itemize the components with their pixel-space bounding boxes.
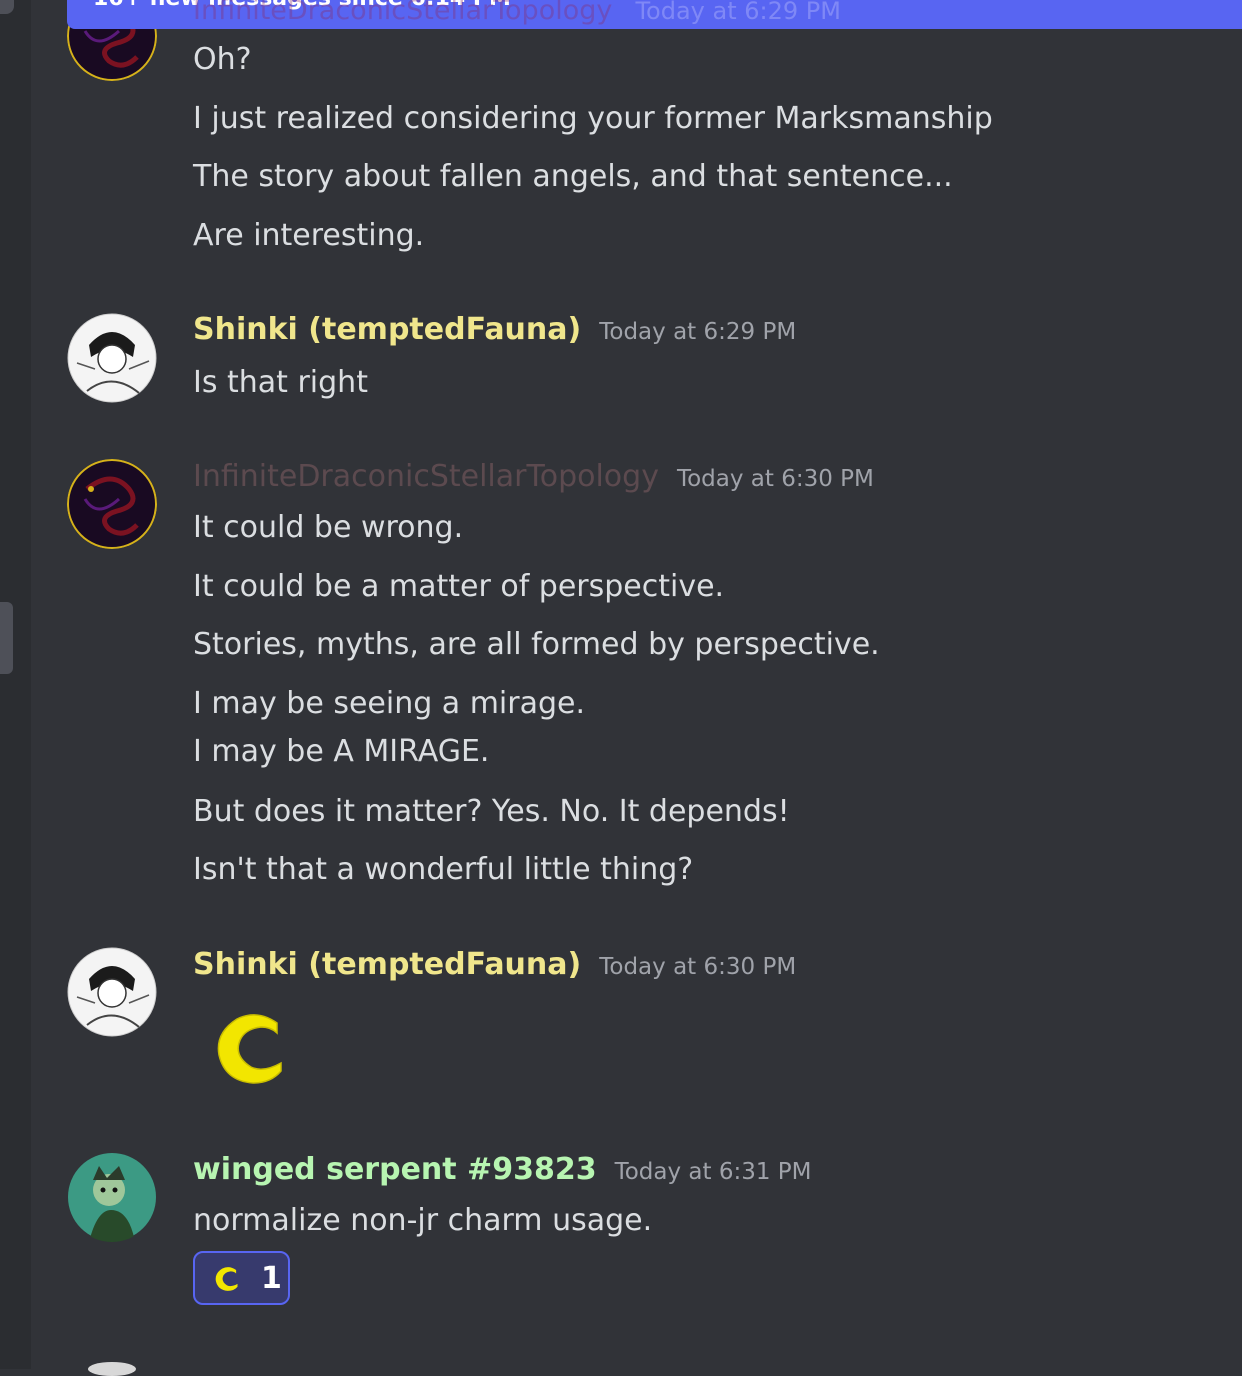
timestamp[interactable]: Today at 6:29 PM <box>599 319 796 345</box>
channel-scroll-indicator[interactable] <box>0 602 13 674</box>
avatar-infinite[interactable] <box>67 459 157 549</box>
avatar-shinki[interactable] <box>67 947 157 1037</box>
message-line: It could be wrong. <box>193 510 464 545</box>
reaction-count: 1 <box>261 1260 282 1296</box>
sketch-avatar-icon <box>67 313 157 403</box>
message-header: InfiniteDraconicStellarTopology Today at… <box>193 459 874 494</box>
username-shinki[interactable]: Shinki (temptedFauna) <box>193 312 581 347</box>
next-avatar-peek <box>88 1362 136 1376</box>
dragon-avatar-icon <box>67 459 157 549</box>
message-line: But does it matter? Yes. No. It depends! <box>193 794 790 829</box>
server-sidebar-edge <box>0 0 31 1369</box>
message-line: The story about fallen angels, and that … <box>193 159 953 194</box>
message-header: Shinki (temptedFauna) Today at 6:29 PM <box>193 312 796 347</box>
message-line: normalize non-jr charm usage. <box>193 1203 653 1238</box>
timestamp[interactable]: Today at 6:30 PM <box>677 466 874 492</box>
reaction-button[interactable]: 1 <box>193 1251 290 1305</box>
message-header: Shinki (temptedFauna) Today at 6:30 PM <box>193 947 796 982</box>
avatar-shinki[interactable] <box>67 313 157 403</box>
message-line: I may be seeing a mirage. <box>193 686 586 721</box>
avatar-winged-serpent[interactable] <box>67 1152 157 1242</box>
message-header: winged serpent #93823 Today at 6:31 PM <box>193 1152 812 1187</box>
username-shinki[interactable]: Shinki (temptedFauna) <box>193 947 581 982</box>
message-line: Oh? <box>193 42 252 77</box>
crescent-moon-icon <box>215 1267 238 1291</box>
message-line: Are interesting. <box>193 218 425 253</box>
rail-corner <box>0 0 14 14</box>
message-line: Is that right <box>193 365 368 400</box>
username-winged-serpent[interactable]: winged serpent #93823 <box>193 1152 597 1187</box>
new-messages-banner[interactable]: 16+ new messages since 6:14 PM <box>67 0 1242 29</box>
message-line: Stories, myths, are all formed by perspe… <box>193 627 880 662</box>
character-avatar-icon <box>68 1153 156 1242</box>
new-messages-text: 16+ new messages since 6:14 PM <box>93 0 511 11</box>
sketch-avatar-icon <box>67 947 157 1037</box>
message-line: Isn't that a wonderful little thing? <box>193 852 694 887</box>
username-infinite[interactable]: InfiniteDraconicStellarTopology <box>193 459 659 494</box>
crescent-moon-icon[interactable] <box>205 1003 291 1089</box>
message-line: I just realized considering your former … <box>193 101 993 136</box>
message-line: It could be a matter of perspective. <box>193 569 725 604</box>
timestamp[interactable]: Today at 6:31 PM <box>615 1159 812 1185</box>
message-line: I may be A MIRAGE. <box>193 734 490 769</box>
timestamp[interactable]: Today at 6:30 PM <box>599 954 796 980</box>
